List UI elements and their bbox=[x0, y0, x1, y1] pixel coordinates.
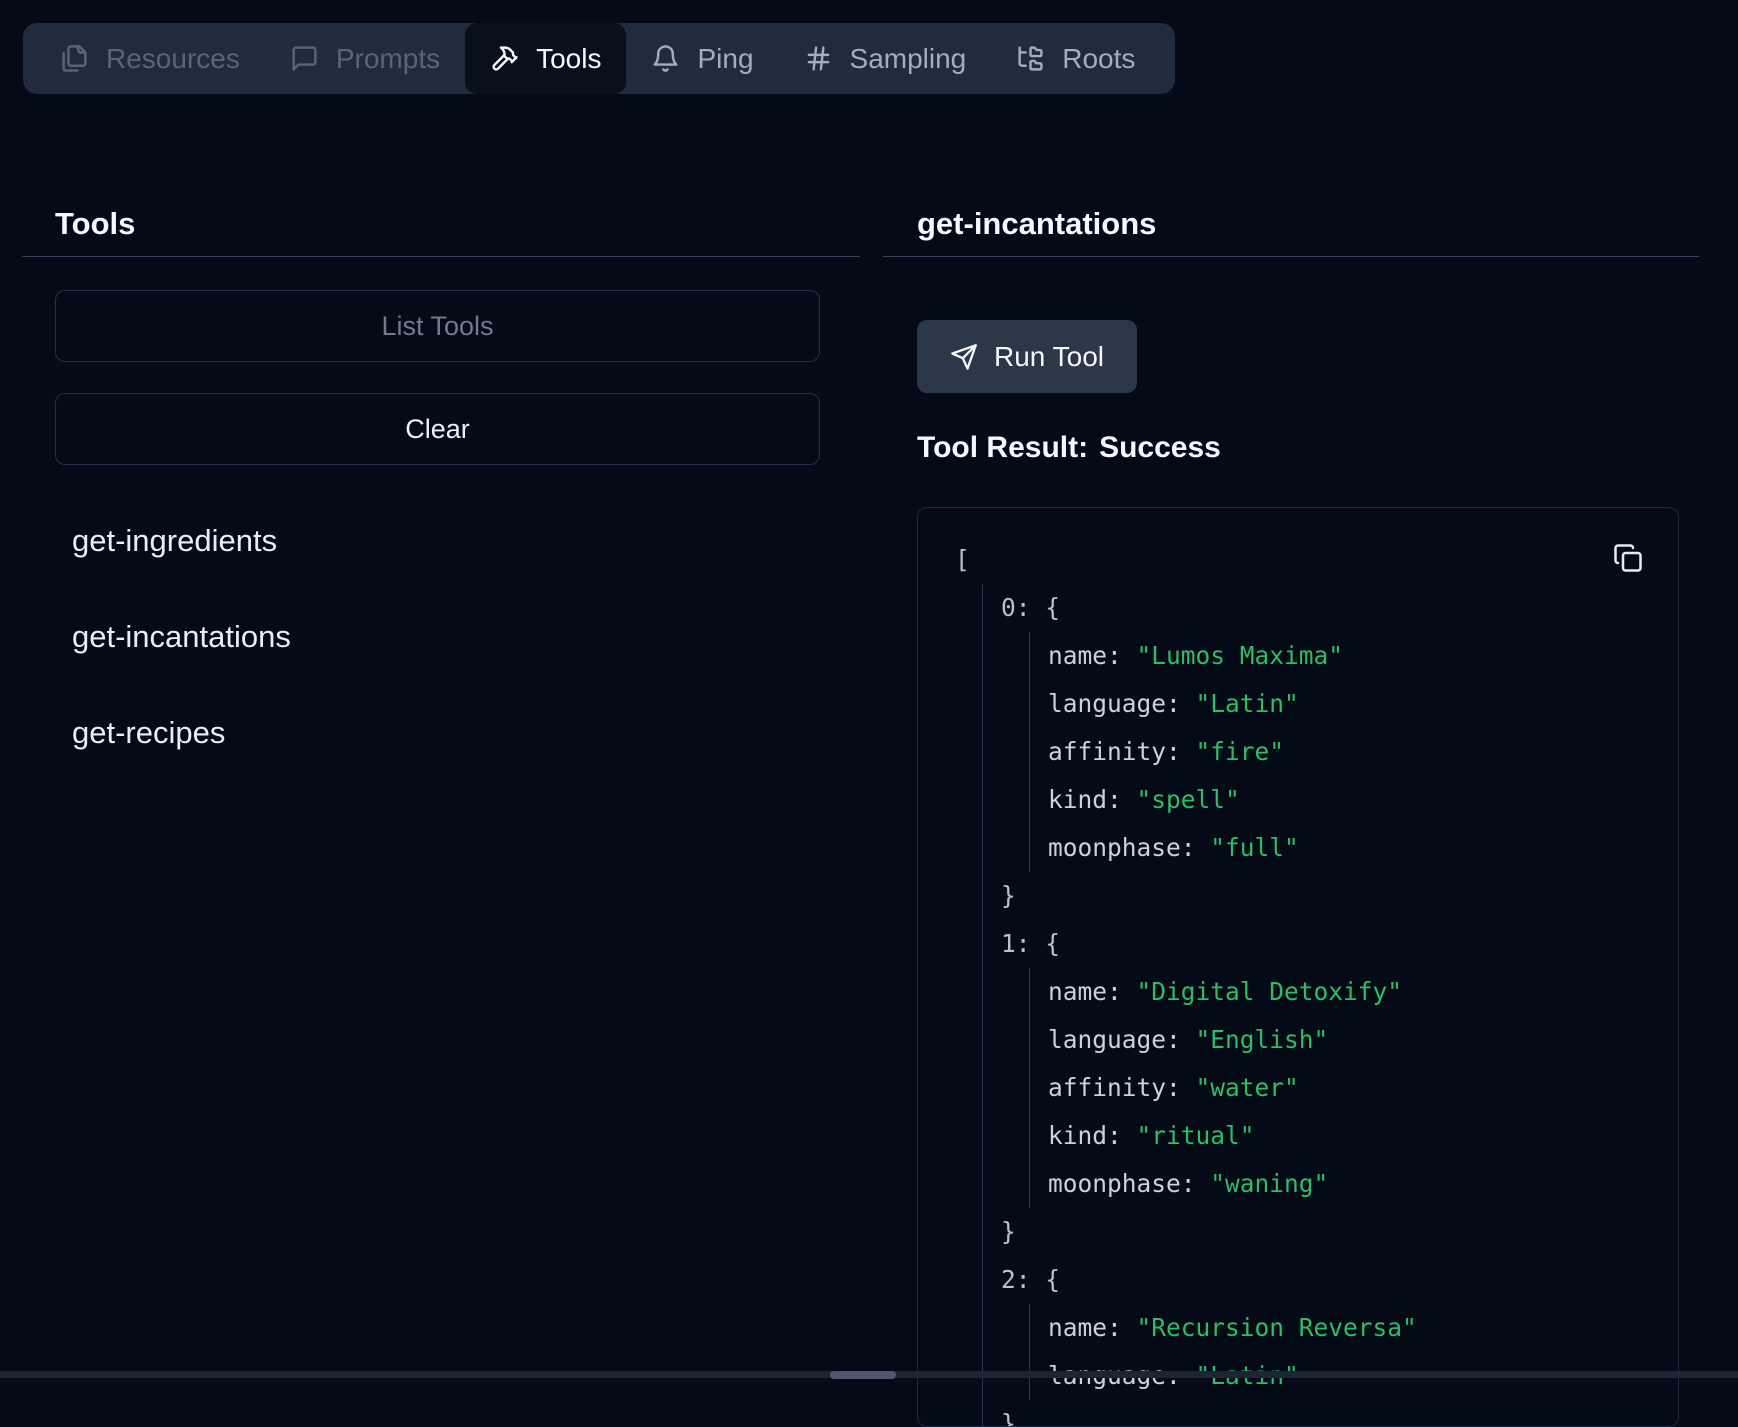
tab-tools[interactable]: Tools bbox=[465, 23, 626, 94]
selected-tool-title: get-incantations bbox=[917, 204, 1156, 244]
json-line: 0: { bbox=[1001, 584, 1648, 632]
json-line: } bbox=[1001, 1400, 1648, 1427]
right-panel-divider bbox=[883, 256, 1699, 257]
tool-result-json-box[interactable]: [0: {name: "Lumos Maxima"language: "Lati… bbox=[917, 507, 1679, 1427]
tab-sampling[interactable]: Sampling bbox=[779, 23, 992, 94]
tool-list-item-get-incantations[interactable]: get-incantations bbox=[55, 589, 765, 685]
run-tool-button[interactable]: Run Tool bbox=[917, 320, 1137, 393]
tab-label: Tools bbox=[536, 43, 601, 75]
json-line: 1: { bbox=[1001, 920, 1648, 968]
tool-result-label: Tool Result: bbox=[917, 431, 1088, 464]
tab-ping[interactable]: Ping bbox=[626, 23, 778, 94]
json-indent-level-2: name: "Recursion Reversa"language: "Lati… bbox=[1029, 1304, 1648, 1400]
json-line: kind: "ritual" bbox=[1048, 1112, 1648, 1160]
tab-label: Sampling bbox=[850, 43, 967, 75]
send-icon bbox=[950, 343, 978, 371]
json-line: moonphase: "full" bbox=[1048, 824, 1648, 872]
json-line: affinity: "fire" bbox=[1048, 728, 1648, 776]
folder-tree-icon bbox=[1016, 44, 1045, 73]
tab-bar: Resources Prompts Tools Ping Sampling Ro… bbox=[23, 23, 1175, 94]
json-line: name: "Digital Detoxify" bbox=[1048, 968, 1648, 1016]
json-line: } bbox=[1001, 872, 1648, 920]
copy-result-button[interactable] bbox=[1611, 541, 1645, 575]
json-line: 2: { bbox=[1001, 1256, 1648, 1304]
tools-panel-title: Tools bbox=[55, 204, 135, 244]
json-indent-level-2: name: "Lumos Maxima"language: "Latin"aff… bbox=[1029, 632, 1648, 872]
tab-label: Ping bbox=[697, 43, 753, 75]
tool-result-success-badge: Success bbox=[1099, 431, 1221, 464]
run-tool-label: Run Tool bbox=[994, 341, 1104, 373]
hash-icon bbox=[804, 44, 833, 73]
tool-list-item-get-recipes[interactable]: get-recipes bbox=[55, 685, 765, 781]
hammer-icon bbox=[490, 44, 519, 73]
tab-roots[interactable]: Roots bbox=[991, 23, 1160, 94]
json-line: moonphase: "waning" bbox=[1048, 1160, 1648, 1208]
json-line: name: "Lumos Maxima" bbox=[1048, 632, 1648, 680]
tab-label: Roots bbox=[1062, 43, 1135, 75]
left-panel-divider bbox=[22, 256, 860, 257]
clear-button[interactable]: Clear bbox=[55, 393, 820, 465]
json-line: language: "Latin" bbox=[1048, 680, 1648, 728]
json-indent-level-2: name: "Digital Detoxify"language: "Engli… bbox=[1029, 968, 1648, 1208]
json-line: [ bbox=[955, 536, 1648, 584]
bell-icon bbox=[651, 44, 680, 73]
tool-result-status: Tool Result: Success bbox=[917, 428, 1221, 468]
tool-list-item-get-ingredients[interactable]: get-ingredients bbox=[55, 493, 765, 589]
json-line: language: "English" bbox=[1048, 1016, 1648, 1064]
json-indent-level-1: 0: {name: "Lumos Maxima"language: "Latin… bbox=[982, 584, 1648, 1427]
tab-prompts[interactable]: Prompts bbox=[265, 23, 465, 94]
json-line: kind: "spell" bbox=[1048, 776, 1648, 824]
json-line: } bbox=[1001, 1208, 1648, 1256]
list-tools-button[interactable]: List Tools bbox=[55, 290, 820, 362]
horizontal-scrollbar-thumb[interactable] bbox=[830, 1371, 896, 1379]
result-json-lines: [0: {name: "Lumos Maxima"language: "Lati… bbox=[955, 536, 1648, 1427]
message-square-icon bbox=[290, 44, 319, 73]
tab-resources[interactable]: Resources bbox=[35, 23, 265, 94]
copy-icon bbox=[1613, 543, 1643, 573]
json-line: name: "Recursion Reversa" bbox=[1048, 1304, 1648, 1352]
json-line: affinity: "water" bbox=[1048, 1064, 1648, 1112]
files-icon bbox=[60, 44, 89, 73]
tab-label: Prompts bbox=[336, 43, 440, 75]
tool-list: get-ingredients get-incantations get-rec… bbox=[55, 493, 765, 781]
tab-label: Resources bbox=[106, 43, 240, 75]
